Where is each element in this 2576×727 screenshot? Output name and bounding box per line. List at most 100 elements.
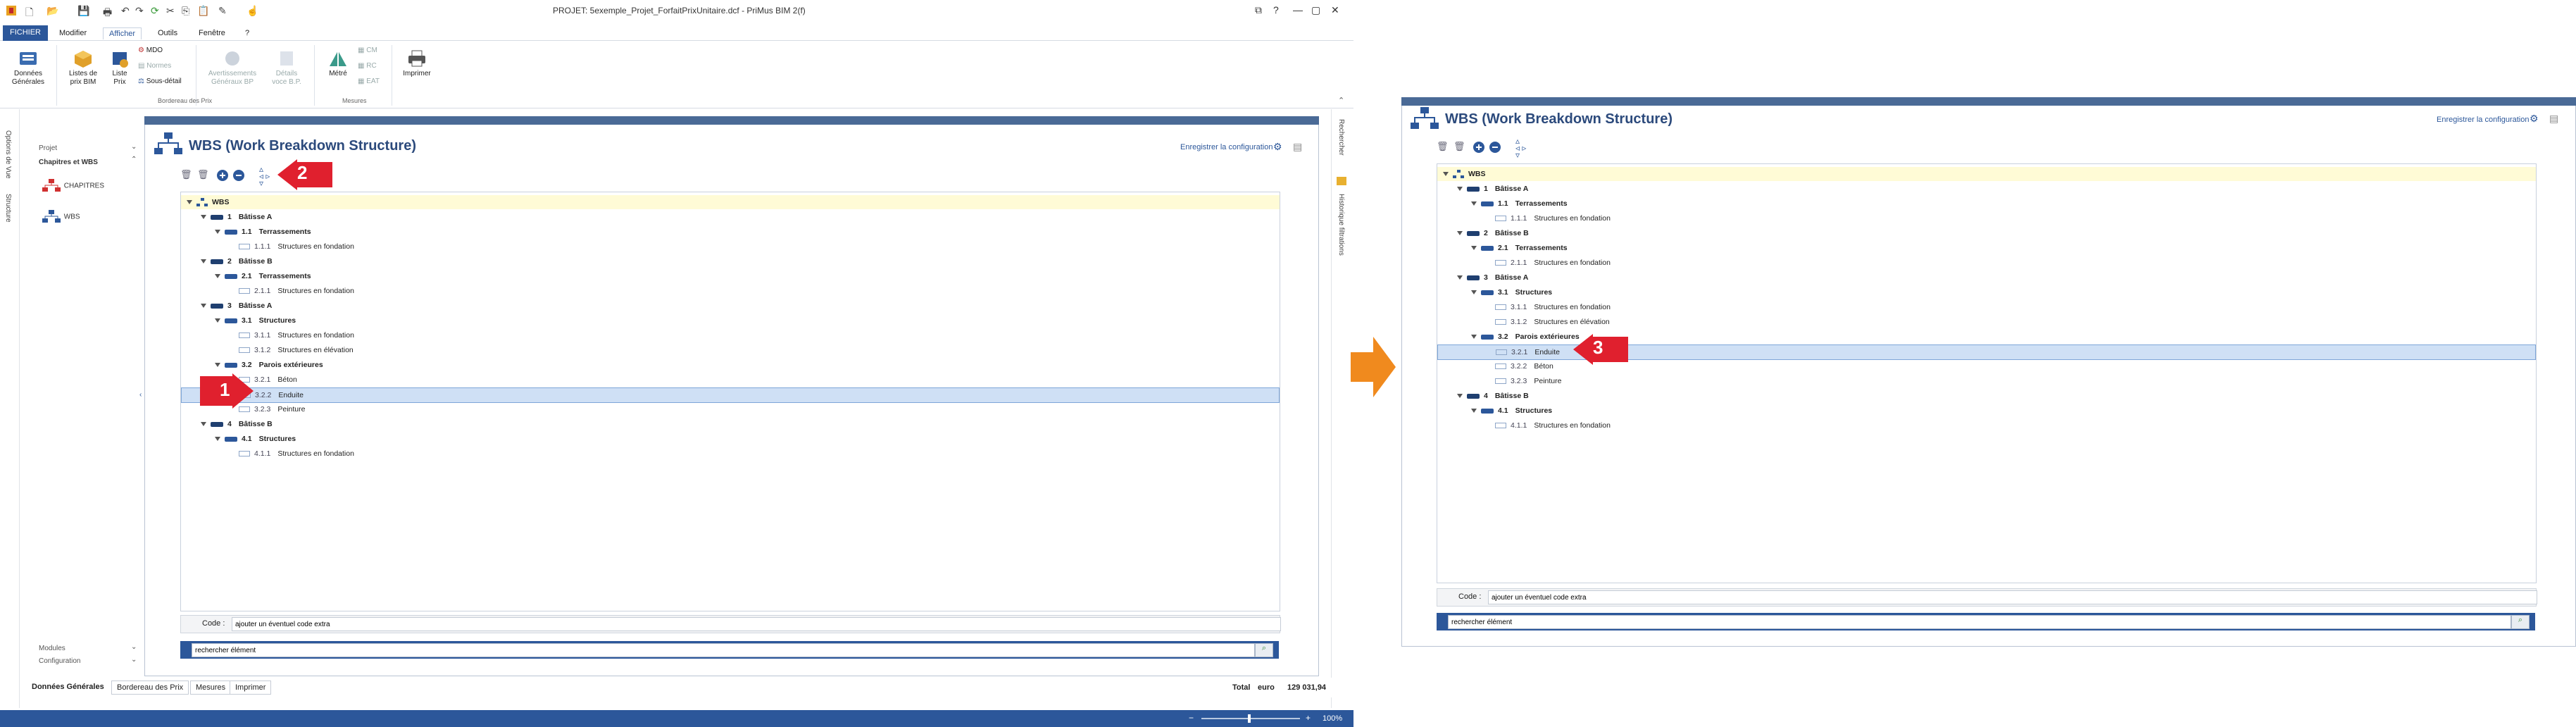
menu-fenetre[interactable]: Fenêtre: [193, 27, 231, 39]
tree-node[interactable]: 3 Bâtisse A: [181, 299, 1280, 313]
eat-button[interactable]: ▦ EAT: [358, 77, 386, 86]
tree-leaf[interactable]: 3.1.1 Structures en fondation: [1437, 300, 2536, 314]
expand-toggle-icon[interactable]: [1457, 187, 1463, 192]
menu-help[interactable]: ?: [239, 27, 255, 39]
delete-icon[interactable]: 🗑: [1437, 141, 1449, 152]
tree-node[interactable]: 1 Bâtisse A: [181, 210, 1280, 224]
menu-afficher[interactable]: Afficher: [103, 27, 142, 39]
touch-icon[interactable]: ☝: [246, 5, 258, 17]
expand-toggle-icon[interactable]: [201, 422, 206, 427]
tree-node[interactable]: 3.2 Parois extérieures: [181, 358, 1280, 372]
tree-node[interactable]: 3 Bâtisse A: [1437, 271, 2536, 285]
tree-leaf[interactable]: 3.1.1 Structures en fondation: [181, 328, 1280, 342]
chevron-up-icon[interactable]: ⌃: [131, 156, 137, 163]
tree-node[interactable]: 2.1 Terrassements: [181, 269, 1280, 283]
filter-icon[interactable]: [1337, 177, 1346, 185]
tree-leaf[interactable]: 3.2.3 Peinture: [1437, 374, 2536, 388]
tab-donnees-generales[interactable]: Données Générales: [27, 681, 109, 693]
tree-node[interactable]: 2 Bâtisse B: [1437, 226, 2536, 240]
expand-toggle-icon[interactable]: [201, 304, 206, 309]
brush-icon[interactable]: ✎: [218, 5, 227, 17]
search-input[interactable]: [1448, 615, 2511, 629]
tree-node[interactable]: 1.1 Terrassements: [1437, 197, 2536, 211]
expand-toggle-icon[interactable]: [215, 318, 220, 323]
nav-item-wbs[interactable]: WBS: [41, 209, 80, 225]
minimize-icon[interactable]: —: [1293, 4, 1303, 15]
remove-node-icon[interactable]: [1489, 141, 1501, 156]
rc-button[interactable]: ▦ RC: [358, 62, 386, 70]
config-icon[interactable]: ⚙: [1273, 141, 1282, 153]
collapse-panel-icon[interactable]: ‹: [139, 391, 142, 399]
expand-toggle-icon[interactable]: [1457, 231, 1463, 236]
search-icon[interactable]: ⌕: [2511, 615, 2530, 629]
expand-toggle-icon[interactable]: [215, 363, 220, 368]
remove-node-icon[interactable]: [232, 169, 245, 184]
grid-icon[interactable]: ▤: [2549, 113, 2558, 125]
expand-toggle-icon[interactable]: [187, 200, 192, 205]
tree-node[interactable]: 4 Bâtisse B: [181, 417, 1280, 431]
config-icon[interactable]: ⚙: [2530, 113, 2539, 125]
tree-leaf[interactable]: 4.1.1 Structures en fondation: [1437, 418, 2536, 433]
cm-button[interactable]: ▦ CM: [358, 46, 386, 55]
refresh-icon[interactable]: ⟳: [151, 5, 159, 17]
grid-icon[interactable]: ▤: [1293, 141, 1302, 153]
copy-icon[interactable]: ⎘: [182, 5, 189, 17]
expand-toggle-icon[interactable]: [201, 259, 206, 264]
tree-node[interactable]: 2.1 Terrassements: [1437, 241, 2536, 255]
tree-leaf[interactable]: 2.1.1 Structures en fondation: [181, 284, 1280, 298]
tree-node[interactable]: 2 Bâtisse B: [181, 254, 1280, 268]
tree-leaf[interactable]: 1.1.1 Structures en fondation: [181, 240, 1280, 254]
tree-node[interactable]: 4.1 Structures: [1437, 404, 2536, 418]
undo-icon[interactable]: ↶: [121, 5, 130, 17]
imprimer-ribbon-button[interactable]: Imprimer: [397, 49, 437, 78]
zoom-out-icon[interactable]: −: [1189, 713, 1194, 723]
normes-button[interactable]: ▤ Normes: [138, 62, 183, 70]
expand-toggle-icon[interactable]: [1471, 409, 1477, 414]
save-icon[interactable]: 💾: [77, 5, 89, 17]
tree-root[interactable]: WBS: [181, 195, 1280, 209]
tree-node[interactable]: 3.1 Structures: [181, 313, 1280, 328]
close-icon[interactable]: ✕: [1331, 4, 1339, 16]
sous-detail-button[interactable]: ⚖ Sous-détail: [138, 77, 187, 86]
tree-leaf[interactable]: 3.1.2 Structures en élévation: [1437, 315, 2536, 329]
print-quick-icon[interactable]: 🖶: [103, 5, 112, 22]
tree-root[interactable]: WBS: [1437, 167, 2536, 181]
nav-item-chapitres[interactable]: CHAPITRES: [41, 178, 104, 194]
open-folder-icon[interactable]: 📂: [46, 5, 58, 17]
redo-icon[interactable]: ↷: [135, 5, 144, 17]
save-config-link[interactable]: Enregistrer la configuration: [2437, 116, 2529, 124]
tree-node[interactable]: 1 Bâtisse A: [1437, 182, 2536, 196]
expand-toggle-icon[interactable]: [1471, 246, 1477, 251]
tab-structure[interactable]: Structure: [4, 194, 12, 223]
delete-all-icon[interactable]: 🗑: [197, 169, 209, 180]
menu-modifier[interactable]: Modifier: [54, 27, 92, 39]
tree-leaf[interactable]: 3.2.2 Enduite: [181, 387, 1280, 403]
move-arrows-icon[interactable]: ▵ ◃ ▹ ▿: [259, 165, 270, 187]
tree-node[interactable]: 1.1 Terrassements: [181, 225, 1280, 239]
tree-node[interactable]: 4 Bâtisse B: [1437, 389, 2536, 403]
new-file-icon[interactable]: 🗋: [25, 5, 33, 22]
details-voce-button[interactable]: Détails voce B.P.: [268, 49, 306, 87]
tab-bordereau-des-prix[interactable]: Bordereau des Prix: [111, 681, 189, 695]
tab-imprimer[interactable]: Imprimer: [230, 681, 272, 695]
search-input[interactable]: [192, 643, 1255, 657]
expand-toggle-icon[interactable]: [1471, 201, 1477, 206]
search-icon[interactable]: ⌕: [1255, 643, 1273, 657]
tree-node[interactable]: 3.1 Structures: [1437, 285, 2536, 299]
chevron-down-icon[interactable]: ⌄: [131, 143, 137, 151]
expand-toggle-icon[interactable]: [215, 230, 220, 235]
save-config-link[interactable]: Enregistrer la configuration: [1180, 143, 1273, 151]
tab-historique-filtrations[interactable]: Historique filtrations: [1337, 194, 1345, 256]
tree-leaf[interactable]: 4.1.1 Structures en fondation: [181, 447, 1280, 461]
tree-leaf[interactable]: 3.1.2 Structures en élévation: [181, 343, 1280, 357]
listes-prix-bim-button[interactable]: Listes de prix BIM: [62, 49, 104, 87]
zoom-slider[interactable]: [1201, 718, 1300, 719]
liste-prix-button[interactable]: Liste Prix: [104, 49, 135, 87]
expand-toggle-icon[interactable]: [215, 437, 220, 442]
nav-chapitres-wbs[interactable]: Chapitres et WBS: [39, 159, 98, 166]
cut-icon[interactable]: ✂: [166, 5, 175, 17]
collapse-ribbon-icon[interactable]: ⌃: [1338, 96, 1344, 105]
expand-toggle-icon[interactable]: [1457, 275, 1463, 280]
expand-toggle-icon[interactable]: [201, 215, 206, 220]
nav-configuration[interactable]: Configuration: [39, 657, 80, 665]
